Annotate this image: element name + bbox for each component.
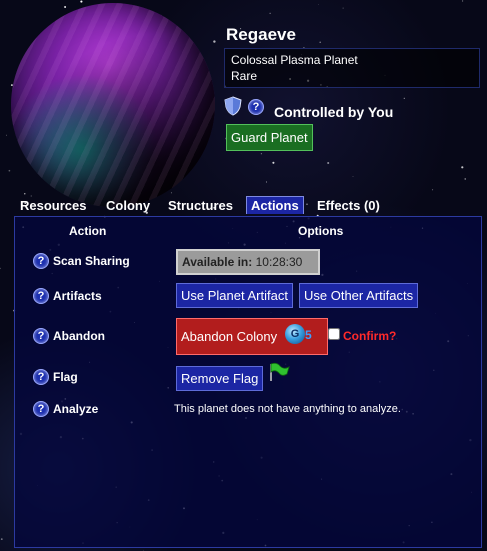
help-icon[interactable]: ? [33,253,49,269]
flag-icon [270,362,290,381]
shield-icon [224,96,242,116]
planet-name: Regaeve [226,25,296,44]
help-icon[interactable]: ? [33,401,49,417]
control-status: Controlled by You [274,104,394,120]
star [80,0,83,3]
star [464,178,466,180]
availability-prefix: Available in: [182,255,253,269]
star [6,134,7,136]
column-header-options: Options [298,224,344,238]
planet-rarity: Rare [231,69,258,83]
star [213,40,216,43]
help-icon[interactable]: ? [33,369,49,385]
scan-availability-button: Available in: 10:28:30 [176,249,320,275]
star [260,153,263,155]
help-icon[interactable]: ? [33,328,49,344]
tab-actions[interactable]: Actions [246,196,304,214]
remove-flag-button[interactable]: Remove Flag [176,366,264,391]
star [432,189,434,191]
star [342,7,344,9]
tab-structures[interactable]: Structures [168,198,233,213]
tab-effects[interactable]: Effects (0) [317,198,380,213]
guard-planet-button[interactable]: Guard Planet [226,124,313,151]
currency-icon: G [285,324,305,344]
star [30,195,32,197]
help-icon[interactable]: ? [248,99,264,115]
star [403,97,405,99]
use-planet-artifact-button[interactable]: Use Planet Artifact [176,283,293,308]
star [272,161,275,164]
star [0,538,3,540]
analyze-label: Analyze [53,402,99,416]
star [306,203,308,205]
flag-label: Flag [53,370,78,384]
star [319,41,321,43]
star [64,6,67,8]
analyze-message: This planet does not have anything to an… [174,403,401,415]
use-other-artifacts-button[interactable]: Use Other Artifacts [299,283,419,308]
star [462,0,464,2]
star [8,169,11,172]
planet-image [11,3,215,207]
star [352,175,354,177]
star [143,549,144,551]
artifacts-label: Artifacts [53,289,102,303]
star [265,181,267,183]
confirm-checkbox[interactable] [328,328,340,340]
scan-sharing-label: Scan Sharing [53,254,130,268]
star [461,166,464,169]
abandon-colony-label: Abandon Colony [181,329,278,344]
tab-colony[interactable]: Colony [106,198,150,213]
star [0,267,1,270]
tab-resources[interactable]: Resources [20,198,86,213]
star [318,3,320,5]
help-icon[interactable]: ? [33,288,49,304]
planet-info-box: Colossal Plasma Planet Rare [224,48,480,88]
star [269,12,271,14]
planet-type: Colossal Plasma Planet [231,53,358,67]
star [327,161,330,165]
abandon-cost: 5 [305,328,312,342]
star [24,193,26,195]
star [170,192,172,194]
confirm-label[interactable]: Confirm? [343,329,396,343]
availability-time: 10:28:30 [255,255,303,269]
column-header-action: Action [69,224,107,238]
abandon-label: Abandon [53,329,105,343]
